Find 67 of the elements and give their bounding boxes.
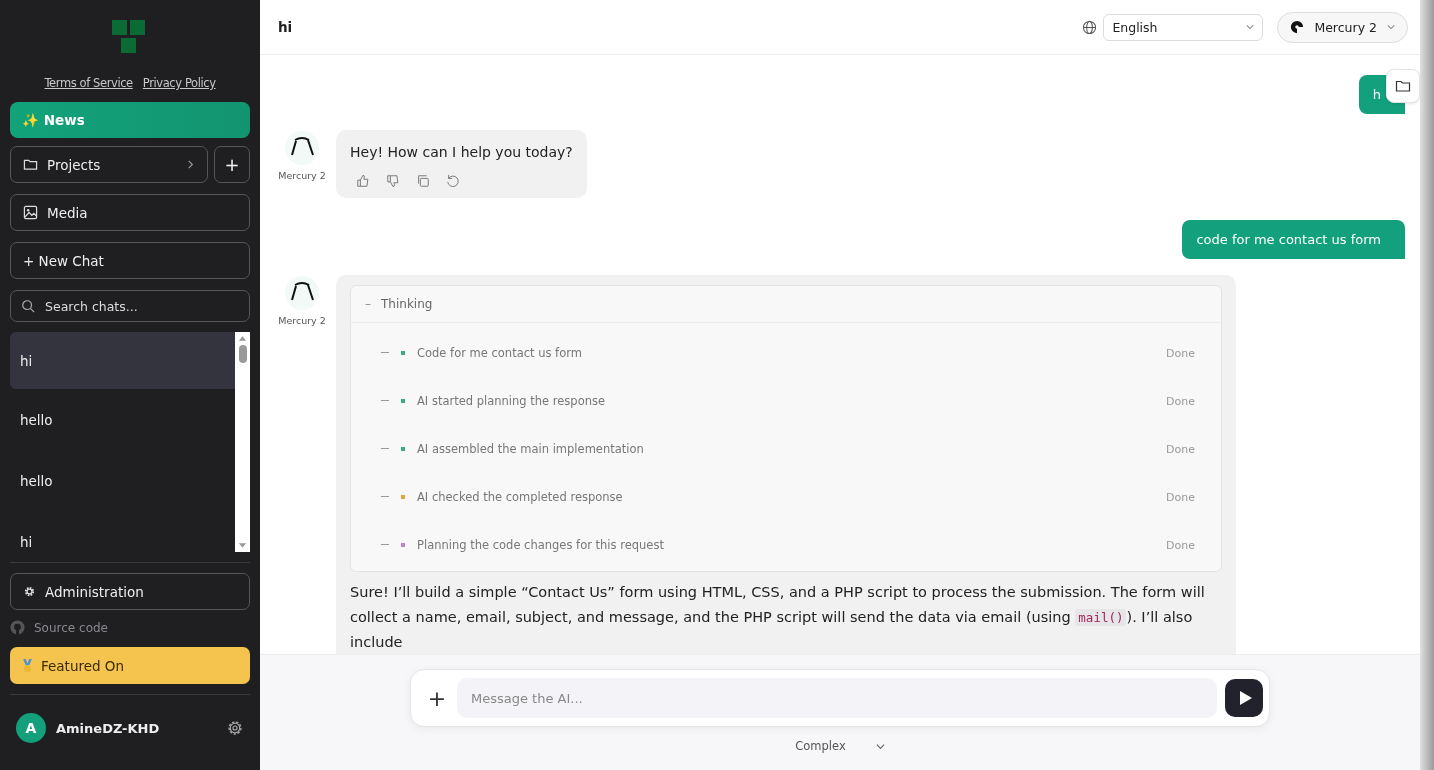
footer-link[interactable]: Privacy Policy bbox=[142, 76, 216, 90]
media-button[interactable]: Media bbox=[10, 194, 250, 231]
send-button[interactable] bbox=[1225, 679, 1263, 717]
step-label: AI assembled the main implementation bbox=[417, 442, 645, 456]
settings-icon[interactable] bbox=[226, 719, 244, 737]
chat-item[interactable]: hi bbox=[10, 332, 235, 389]
search-icon bbox=[21, 299, 35, 313]
attach-button[interactable]: + bbox=[425, 685, 449, 711]
files-button[interactable] bbox=[1386, 69, 1420, 103]
step-status: Done bbox=[1166, 394, 1195, 408]
bot-avatar bbox=[284, 130, 320, 166]
mode-dropdown[interactable]: Complex bbox=[795, 739, 885, 753]
regenerate-icon[interactable] bbox=[446, 174, 460, 188]
step-label: Planning the code changes for this request bbox=[417, 538, 665, 552]
model-logo-icon bbox=[1290, 20, 1305, 34]
thinking-toggle[interactable]: – Thinking bbox=[351, 286, 1221, 323]
search-field[interactable]: Search chats... bbox=[10, 290, 250, 322]
response-paragraph: Sure! I’ll build a simple “Contact Us” form using HTML, CSS, and a PHP script to process the submission. The form will collect a name, email, subject, and message, and the PHP script will send the data via email (using mail() ). I’ll also include bbox=[350, 583, 1206, 652]
source-code-link[interactable]: Source code bbox=[10, 620, 250, 635]
play-icon bbox=[1239, 691, 1252, 705]
model-selector[interactable]: Mercury 2 bbox=[1277, 11, 1408, 43]
chat-item[interactable]: hello bbox=[10, 389, 235, 450]
assistant-message: Hey! How can I help you today? bbox=[350, 144, 573, 160]
step-label: AI checked the completed response bbox=[417, 490, 624, 504]
language-dropdown[interactable]: English bbox=[1103, 13, 1264, 41]
chat-title: hi bbox=[278, 19, 294, 35]
projects-button[interactable]: Projects bbox=[10, 146, 208, 183]
featured-on-button[interactable]: Featured On bbox=[10, 647, 250, 684]
bot-name: Mercury 2 bbox=[278, 315, 326, 326]
search-input[interactable]: Search chats... bbox=[43, 297, 227, 315]
administration-button[interactable]: Administration bbox=[10, 573, 250, 610]
new-chat-button[interactable]: + New Chat bbox=[10, 242, 250, 279]
copy-icon[interactable] bbox=[416, 174, 430, 188]
medal-icon bbox=[22, 658, 33, 673]
chevron-icon bbox=[1246, 23, 1255, 31]
thumbs-down-icon[interactable] bbox=[386, 174, 400, 188]
step-status: Done bbox=[1166, 490, 1195, 504]
scrollbar[interactable] bbox=[235, 332, 250, 552]
image-icon bbox=[23, 205, 38, 220]
bot-name: Mercury 2 bbox=[278, 170, 326, 181]
scroll-down-icon[interactable] bbox=[238, 543, 247, 549]
chat-item[interactable]: hi bbox=[10, 511, 235, 572]
step-label: Code for me contact us form bbox=[417, 346, 583, 360]
github-icon bbox=[10, 620, 25, 635]
scrollbar-thumb[interactable] bbox=[238, 345, 247, 363]
user-message: code for me contact us form bbox=[1182, 220, 1405, 259]
step-status: Done bbox=[1166, 346, 1195, 360]
folder-icon bbox=[23, 157, 38, 172]
footer-link[interactable]: Terms of Service bbox=[44, 76, 133, 90]
user-name: AmineDZ-KHD bbox=[56, 720, 161, 736]
step-label: AI started planning the response bbox=[417, 394, 607, 408]
scroll-up-icon[interactable] bbox=[238, 335, 247, 341]
bot-avatar bbox=[284, 275, 320, 311]
add-project-button[interactable]: + bbox=[214, 146, 250, 183]
globe-icon bbox=[1082, 19, 1098, 35]
chevron-icon bbox=[186, 160, 195, 169]
page-scrollbar[interactable] bbox=[1420, 0, 1434, 770]
step-status: Done bbox=[1166, 442, 1195, 456]
logo-icon bbox=[112, 20, 146, 54]
folder-icon bbox=[1395, 78, 1411, 94]
gear-icon bbox=[23, 585, 36, 598]
step-status: Done bbox=[1166, 538, 1195, 552]
chevron-icon bbox=[875, 741, 885, 751]
chevron-icon bbox=[1387, 23, 1395, 31]
thumbs-up-icon[interactable] bbox=[356, 174, 370, 188]
chat-item[interactable]: hello bbox=[10, 450, 235, 511]
message-input[interactable]: Message the AI... bbox=[457, 678, 1217, 718]
